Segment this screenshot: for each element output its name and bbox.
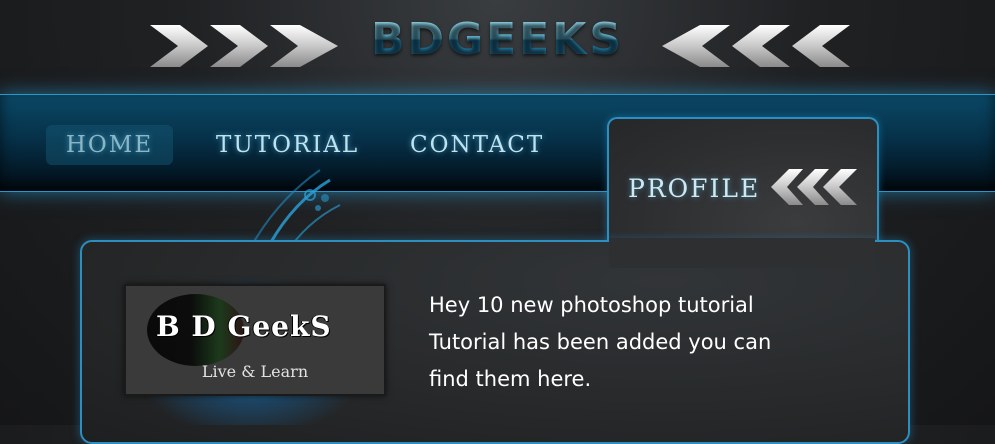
profile-tab-body — [609, 238, 875, 268]
message-line: Tutorial has been added you can — [429, 330, 772, 354]
message-line: Hey 10 new photoshop tutorial — [429, 293, 754, 317]
brand-logo-box: B D GeekS Live & Learn — [124, 284, 386, 396]
profile-label[interactable]: PROFILE — [628, 174, 760, 203]
message-line: find them here. — [429, 367, 592, 391]
nav-home[interactable]: HOME — [46, 125, 173, 165]
brand-name: B D GeekS — [156, 310, 332, 343]
left-chevrons-icon — [662, 25, 850, 67]
brand-tagline: Live & Learn — [201, 362, 309, 381]
site-header: BDGEEKS — [0, 0, 995, 92]
left-chevrons-icon — [771, 169, 857, 205]
news-message: Hey 10 new photoshop tutorial Tutorial h… — [429, 287, 849, 398]
